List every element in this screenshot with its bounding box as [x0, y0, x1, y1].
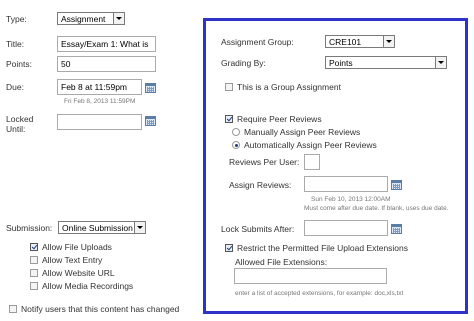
chevron-down-icon — [435, 57, 446, 68]
locked-label-line2: Until: — [6, 124, 26, 134]
allow-text-entry-checkbox[interactable] — [30, 256, 38, 264]
locked-until-input[interactable] — [57, 114, 142, 130]
group-assignment-label: This is a Group Assignment — [237, 82, 341, 92]
grading-by-select[interactable]: Points — [325, 56, 447, 69]
allow-media-recordings-label: Allow Media Recordings — [42, 281, 134, 291]
automatic-peer-reviews-label: Automatically Assign Peer Reviews — [244, 140, 377, 150]
automatic-peer-reviews-radio[interactable] — [232, 141, 240, 149]
assignment-group-value: CRE101 — [329, 37, 362, 47]
allowed-extensions-input[interactable] — [234, 268, 387, 284]
chevron-down-icon — [113, 13, 124, 24]
lock-submits-label: Lock Submits After: — [221, 224, 295, 234]
require-peer-reviews-label: Require Peer Reviews — [237, 114, 322, 124]
type-select-value: Assignment — [61, 14, 106, 24]
points-input[interactable]: 50 — [57, 56, 156, 72]
calendar-icon[interactable] — [145, 83, 156, 93]
type-label: Type: — [6, 14, 27, 24]
due-label: Due: — [6, 82, 24, 92]
allow-text-entry-label: Allow Text Entry — [42, 255, 103, 265]
grading-by-value: Points — [329, 58, 353, 68]
chevron-down-icon — [383, 36, 394, 47]
allow-website-url-checkbox[interactable] — [30, 269, 38, 277]
manual-peer-reviews-radio[interactable] — [232, 128, 240, 136]
assign-reviews-date-input[interactable] — [304, 176, 388, 192]
assign-reviews-label: Assign Reviews: — [229, 180, 292, 190]
due-date-hint: Fri Feb 8, 2013 11:59PM — [64, 98, 136, 105]
locked-label-line1: Locked — [6, 114, 34, 124]
submission-label: Submission: — [6, 223, 53, 233]
type-select[interactable]: Assignment — [57, 12, 125, 25]
group-assignment-checkbox[interactable] — [225, 83, 233, 91]
submission-type-value: Online Submission — [62, 223, 133, 233]
calendar-icon[interactable] — [391, 224, 402, 234]
allow-file-uploads-label: Allow File Uploads — [42, 242, 112, 252]
reviews-per-user-label: Reviews Per User: — [229, 157, 300, 167]
allow-file-uploads-checkbox[interactable] — [30, 243, 38, 251]
points-label: Points: — [6, 59, 32, 69]
manual-peer-reviews-label: Manually Assign Peer Reviews — [244, 127, 361, 137]
reviews-per-user-input[interactable] — [304, 154, 320, 170]
calendar-icon[interactable] — [391, 180, 402, 190]
grading-by-label: Grading By: — [221, 58, 266, 68]
assign-reviews-hint: Sun Feb 10, 2013 12:00AM — [311, 196, 391, 203]
allow-media-recordings-checkbox[interactable] — [30, 282, 38, 290]
allowed-extensions-label: Allowed File Extensions: — [235, 257, 328, 267]
allowed-extensions-hint: enter a list of accepted extensions, for… — [235, 290, 404, 297]
submission-type-select[interactable]: Online Submission — [58, 221, 146, 234]
title-label: Title: — [6, 39, 25, 49]
assignment-group-label: Assignment Group: — [221, 37, 294, 47]
title-input[interactable]: Essay/Exam 1: What is — [57, 36, 156, 52]
allow-website-url-label: Allow Website URL — [42, 268, 115, 278]
notify-users-checkbox[interactable] — [9, 305, 17, 313]
notify-users-label: Notify users that this content has chang… — [21, 304, 180, 314]
restrict-extensions-label: Restrict the Permitted File Upload Exten… — [237, 243, 409, 253]
calendar-icon[interactable] — [145, 116, 156, 126]
due-date-input[interactable]: Feb 8 at 11:59pm — [57, 79, 142, 95]
restrict-extensions-checkbox[interactable] — [225, 244, 233, 252]
require-peer-reviews-checkbox[interactable] — [225, 115, 233, 123]
assign-reviews-note: Must come after due date. If blank, uses… — [304, 205, 449, 212]
chevron-down-icon — [134, 222, 145, 233]
assignment-group-select[interactable]: CRE101 — [325, 35, 395, 48]
lock-submits-date-input[interactable] — [304, 220, 388, 236]
